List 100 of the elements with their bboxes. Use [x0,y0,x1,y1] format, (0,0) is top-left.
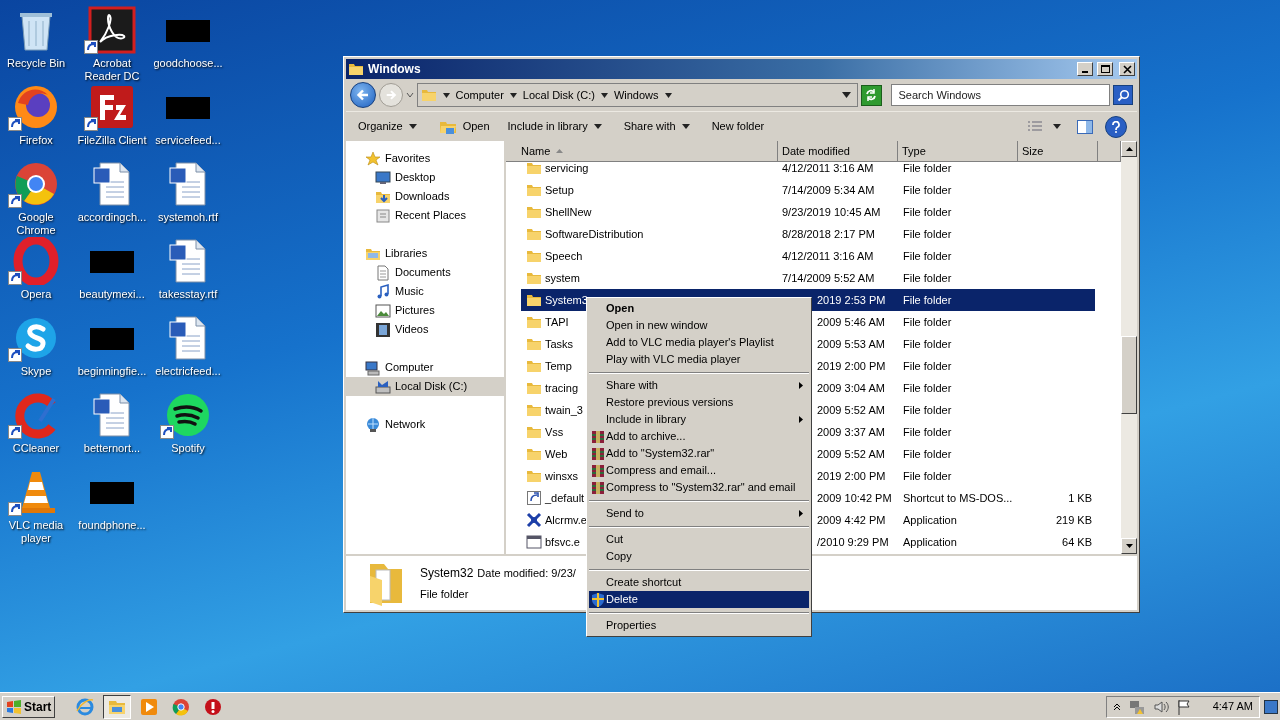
refresh-button[interactable] [860,84,882,106]
menu-item[interactable]: Play with VLC media player [589,351,809,368]
file-name-cell[interactable]: TAPI [521,311,587,333]
file-name-cell[interactable]: _default [521,487,587,509]
scrollbar[interactable] [1121,141,1137,554]
close-button[interactable] [1119,62,1135,76]
file-details-cell[interactable]: 2009 5:52 AM File folder [813,443,1095,465]
desktop-icon-label[interactable]: Recycle Bin [0,57,74,70]
show-desktop-button[interactable] [1264,699,1278,714]
desktop-icon-label[interactable]: foundphone... [74,519,150,532]
desktop-icon-label[interactable]: FileZilla Client [74,134,150,147]
file-name-cell[interactable]: twain_3 [521,399,587,421]
nav-item[interactable]: Pictures [346,301,504,320]
desktop-icon-label[interactable]: beautymexi... [74,288,150,301]
desktop-icon-label[interactable]: Opera [0,288,74,301]
file-name-cell[interactable]: Web [521,443,587,465]
toolbar-button[interactable]: Open [430,114,498,139]
scroll-up-button[interactable] [1121,141,1137,157]
nav-item[interactable]: Recent Places [346,206,504,225]
desktop-icon-label[interactable]: VLC media player [0,519,74,545]
nav-item[interactable]: Libraries [346,244,504,263]
scroll-thumb[interactable] [1121,336,1137,414]
column-header[interactable]: Size [1018,141,1098,161]
file-details-cell[interactable]: 2009 4:42 PM Application 219 KB [813,509,1095,531]
nav-item[interactable]: Computer [346,358,504,377]
file-name-cell[interactable]: SoftwareDistribution [521,223,778,245]
file-name-cell[interactable]: system [521,267,778,289]
file-name-cell[interactable]: Setup [521,179,778,201]
nav-item[interactable]: Local Disk (C:) [346,377,504,396]
file-name-cell[interactable]: winsxs [521,465,587,487]
nav-item[interactable]: Videos [346,320,504,339]
file-name-cell[interactable]: Alcrmv.e [521,509,587,531]
menu-item[interactable]: Copy [589,548,809,565]
toolbar-button[interactable]: New folder [703,114,773,139]
menu-item[interactable]: Include in library [589,411,809,428]
breadcrumb[interactable]: Computer [455,86,504,104]
file-name-cell[interactable]: ShellNew [521,201,778,223]
menu-item[interactable]: Add to VLC media player's Playlist [589,334,809,351]
file-details-cell[interactable]: 7/14/2009 5:34 AM File folder [778,179,1095,201]
taskbar-button[interactable] [103,694,132,719]
desktop-icon-label[interactable]: goodchoose... [150,57,226,70]
nav-item[interactable]: Documents [346,263,504,282]
menu-item[interactable]: Delete [589,591,809,608]
desktop-icon-label[interactable]: CCleaner [0,442,74,455]
file-name-cell[interactable]: tracing [521,377,587,399]
minimize-button[interactable] [1077,62,1093,76]
desktop-icon-label[interactable]: Google Chrome [0,211,74,237]
column-header[interactable]: Name [506,141,778,161]
menu-item[interactable]: Cut [589,531,809,548]
desktop-icon-label[interactable]: electricfeed... [150,365,226,378]
desktop-icon-label[interactable]: beginningfie... [74,365,150,378]
file-details-cell[interactable]: 8/28/2018 2:17 PM File folder [778,223,1095,245]
menu-item[interactable]: Send to [589,505,809,522]
column-header[interactable]: Date modified [778,141,898,161]
menu-item[interactable]: Open [589,300,809,317]
nav-item[interactable]: Downloads [346,187,504,206]
desktop-icon-label[interactable]: accordingch... [74,211,150,224]
file-details-cell[interactable]: 4/12/2011 3:16 AM File folder [778,245,1095,267]
desktop-icon-label[interactable]: systemoh.rtf [150,211,226,224]
file-name-cell[interactable]: Speech [521,245,778,267]
menu-item[interactable]: Add to "System32.rar" [589,445,809,462]
desktop-icon-label[interactable]: takesstay.rtf [150,288,226,301]
desktop-icon-label[interactable]: betternort... [74,442,150,455]
file-details-cell[interactable]: 2009 5:53 AM File folder [813,333,1095,355]
nav-item[interactable]: Network [346,415,504,434]
menu-item[interactable]: Add to archive... [589,428,809,445]
start-button[interactable]: Start [2,695,56,718]
search-button[interactable] [1113,85,1133,105]
help-button[interactable] [1105,115,1127,138]
file-name-cell[interactable]: bfsvc.e [521,531,587,553]
menu-item[interactable]: Compress and email... [589,462,809,479]
scroll-down-button[interactable] [1121,538,1137,554]
menu-item[interactable]: Properties [589,617,809,634]
desktop-icon-label[interactable]: Firefox [0,134,74,147]
file-details-cell[interactable]: 2019 2:00 PM File folder [813,465,1095,487]
breadcrumb[interactable]: Windows [613,86,659,104]
file-details-cell[interactable]: 2009 5:52 AM File folder [813,399,1095,421]
file-details-cell[interactable]: 9/23/2019 10:45 AM File folder [778,201,1095,223]
clock[interactable]: 4:47 AM [1212,698,1253,715]
file-details-cell[interactable]: 7/14/2009 5:52 AM File folder [778,267,1095,289]
file-details-cell[interactable]: 2009 5:46 AM File folder [813,311,1095,333]
desktop-icon-label[interactable]: Acrobat Reader DC [74,57,150,83]
file-name-cell[interactable]: Tasks [521,333,587,355]
file-details-cell[interactable]: 2009 3:37 AM File folder [813,421,1095,443]
address-bar[interactable]: Computer Local Disk (C:) Windows [416,83,858,107]
toolbar-button[interactable]: Include in library [499,114,610,139]
back-button[interactable] [350,82,376,108]
file-details-cell[interactable]: 2009 10:42 PM Shortcut to MS-DOS... 1 KB [813,487,1095,509]
file-name-cell[interactable]: Vss [521,421,587,443]
file-details-cell[interactable]: 2019 2:53 PM File folder [813,289,1095,311]
menu-item[interactable]: Create shortcut [589,574,809,591]
nav-item[interactable]: Music [346,282,504,301]
search-field[interactable]: Search Windows [891,84,1111,106]
maximize-button[interactable] [1097,62,1113,76]
nav-item[interactable]: Desktop [346,168,504,187]
desktop-icon-label[interactable]: servicefeed... [150,134,226,147]
toolbar-button[interactable]: Organize [350,114,425,139]
toolbar-button[interactable]: Share with [615,114,698,139]
breadcrumb[interactable]: Local Disk (C:) [522,86,595,104]
file-name-cell[interactable]: Temp [521,355,587,377]
